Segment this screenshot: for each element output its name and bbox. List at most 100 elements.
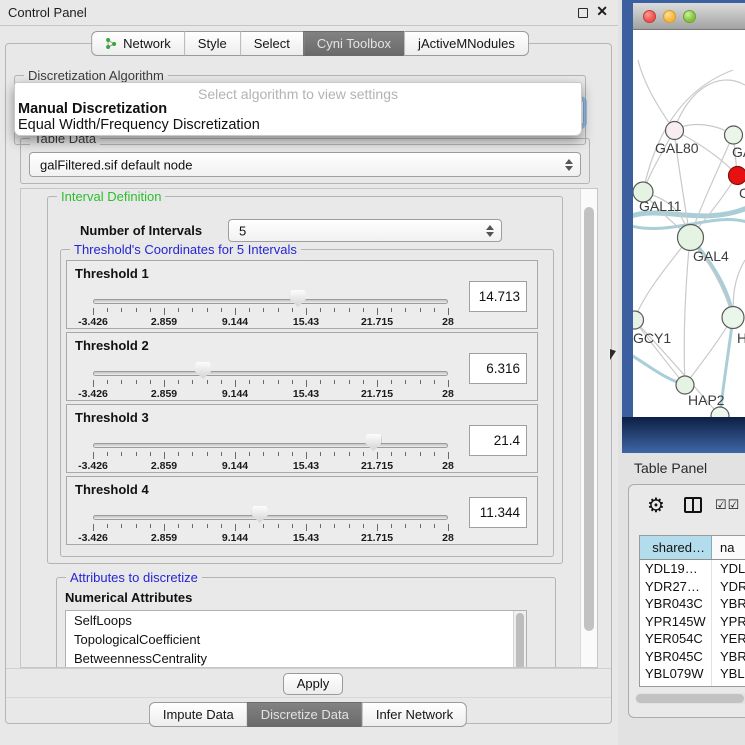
slider-handle[interactable] [252, 506, 268, 523]
settings-vertical-scrollbar[interactable] [580, 189, 597, 667]
table-row[interactable]: YDL19…YDL1 [640, 560, 745, 578]
tab-network[interactable]: Network [91, 31, 184, 56]
close-icon[interactable]: ✕ [596, 3, 608, 20]
network-canvas[interactable]: GAL80 GA C GAL11 GAL4 GCY1 H HAP2 [633, 30, 745, 417]
table-horizontal-scrollbar[interactable] [635, 693, 745, 704]
svg-text:GAL11: GAL11 [639, 198, 682, 214]
control-panel-titlebar: Control Panel ✕ [0, 0, 618, 26]
network-icon [105, 37, 118, 50]
svg-text:C: C [739, 185, 745, 201]
combo-stepper-icon [565, 159, 573, 171]
threshold-label: Threshold 1 [75, 266, 149, 281]
attribute-list-item[interactable]: TopologicalCoefficient [66, 630, 526, 649]
columns-icon[interactable] [684, 497, 702, 513]
table-row[interactable]: YDR27…YDR2 [640, 578, 745, 596]
table-data-value: galFiltered.sif default node [40, 157, 192, 172]
threshold-label: Threshold 3 [75, 410, 149, 425]
tab-jactivemnodules[interactable]: jActiveMNodules [404, 31, 529, 56]
svg-text:GAL4: GAL4 [693, 248, 729, 264]
spinner-stepper-icon [486, 225, 494, 237]
table-panel-toolbar: ⚙ ☑☑ [629, 485, 745, 527]
column-header-name[interactable]: na [712, 536, 745, 559]
threshold-coordinates-label: Threshold's Coordinates for 5 Intervals [70, 242, 301, 257]
close-traffic-light-icon[interactable] [643, 10, 656, 23]
table-row[interactable]: YPR145WYPR1 [640, 613, 745, 631]
slider-handle[interactable] [365, 434, 381, 451]
dropdown-hint: Select algorithm to view settings [15, 83, 581, 101]
slider-handle[interactable] [195, 362, 211, 379]
bottom-tab-strip: Impute DataDiscretize DataInfer Network [149, 702, 467, 727]
slider-tick-labels: -3.4262.8599.14415.4321.71528 [93, 388, 448, 400]
slider-track[interactable] [93, 371, 448, 376]
threshold-value-field[interactable]: 11.344 [469, 497, 527, 528]
tab-discretize-data[interactable]: Discretize Data [247, 702, 362, 727]
slider-tick-labels: -3.4262.8599.14415.4321.71528 [93, 316, 448, 328]
table-panel-window: ⚙ ☑☑ shared… na YDL19…YDL1YDR27…YDR2YBR0… [628, 484, 745, 718]
number-of-intervals-value: 5 [239, 223, 246, 238]
threshold-panel: Threshold 3-3.4262.8599.14415.4321.71528… [66, 404, 538, 473]
table-row[interactable]: YBR043CYBR0 [640, 595, 745, 613]
threshold-panel: Threshold 2-3.4262.8599.14415.4321.71528… [66, 332, 538, 401]
float-window-icon[interactable] [578, 8, 588, 18]
tab-select[interactable]: Select [240, 31, 303, 56]
node-h[interactable] [722, 307, 744, 329]
apply-bar: Apply [6, 668, 611, 698]
slider-ticks [93, 452, 448, 460]
tab-infer-network[interactable]: Infer Network [362, 702, 467, 727]
number-of-intervals-spinner[interactable]: 5 [228, 219, 502, 242]
tab-style[interactable]: Style [184, 31, 240, 56]
attribute-list-item[interactable]: BetweennessCentrality [66, 649, 526, 668]
attributes-list-scrollbar[interactable] [513, 611, 526, 668]
network-window-titlebar[interactable] [633, 3, 745, 30]
threshold-value-field[interactable]: 6.316 [469, 353, 527, 384]
numerical-attributes-label: Numerical Attributes [65, 590, 192, 605]
numerical-attributes-list[interactable]: SelfLoopsTopologicalCoefficientBetweenne… [65, 610, 527, 668]
tab-cyni-toolbox[interactable]: Cyni Toolbox [303, 31, 404, 56]
svg-text:GCY1: GCY1 [633, 330, 671, 346]
mouse-cursor [610, 349, 616, 360]
slider-track[interactable] [93, 443, 448, 448]
checkbox-icons[interactable]: ☑☑ [715, 497, 740, 513]
table-data-group: Table Data galFiltered.sif default node [20, 138, 590, 184]
interval-definition-label: Interval Definition [57, 189, 165, 204]
threshold-value-field[interactable]: 14.713 [469, 281, 527, 312]
tab-impute-data[interactable]: Impute Data [149, 702, 247, 727]
svg-text:GA: GA [732, 144, 745, 160]
algorithm-group-label: Discretization Algorithm [24, 68, 168, 83]
number-of-intervals-label: Number of Intervals [80, 223, 202, 238]
threshold-panel: Threshold 1 -3.4262.8599.14415.4321.71528… [66, 260, 538, 329]
attribute-list-item[interactable]: SelfLoops [66, 611, 526, 630]
dropdown-item[interactable]: Equal Width/Frequency Discretization [15, 117, 581, 133]
table-data-combobox[interactable]: galFiltered.sif default node [29, 152, 581, 177]
svg-text:H: H [737, 330, 745, 346]
node-attribute-table[interactable]: shared… na YDL19…YDL1YDR27…YDR2YBR043CYB… [639, 535, 745, 687]
table-row[interactable]: YBL079WYBL0 [640, 665, 745, 683]
threshold-panel: Threshold 4-3.4262.8599.14415.4321.71528… [66, 476, 538, 545]
slider-track[interactable] [93, 515, 448, 520]
attributes-group-label: Attributes to discretize [66, 570, 202, 585]
table-row[interactable]: YLR345WYLR3 [640, 683, 745, 688]
slider-track[interactable] [93, 299, 448, 304]
node-gal80[interactable] [666, 122, 684, 140]
table-row[interactable]: YER054CYER0 [640, 630, 745, 648]
network-window-bottom-frame [622, 417, 745, 453]
gear-icon[interactable]: ⚙ [647, 493, 665, 518]
node-gcy1[interactable] [633, 311, 644, 329]
control-panel: Control Panel ✕ NetworkStyleSelectCyni T… [0, 0, 618, 745]
panel-title: Control Panel [8, 5, 87, 20]
dropdown-item[interactable]: Manual Discretization [15, 101, 581, 117]
table-row[interactable]: YBR045CYBR0 [640, 648, 745, 666]
node-ga[interactable] [725, 126, 743, 144]
algorithm-dropdown-popup: Select algorithm to view settings Manual… [14, 82, 582, 136]
column-header-shared[interactable]: shared… [640, 536, 712, 559]
apply-button[interactable]: Apply [283, 673, 343, 695]
table-panel-title: Table Panel [634, 460, 707, 476]
slider-handle[interactable] [290, 290, 306, 307]
attributes-group: Attributes to discretize Numerical Attri… [56, 577, 556, 668]
threshold-value-field[interactable]: 21.4 [469, 425, 527, 456]
minimize-traffic-light-icon[interactable] [663, 10, 676, 23]
slider-ticks [93, 308, 448, 316]
node-gal4[interactable] [678, 225, 704, 251]
node-selected-red[interactable] [729, 167, 745, 185]
zoom-traffic-light-icon[interactable] [683, 10, 696, 23]
